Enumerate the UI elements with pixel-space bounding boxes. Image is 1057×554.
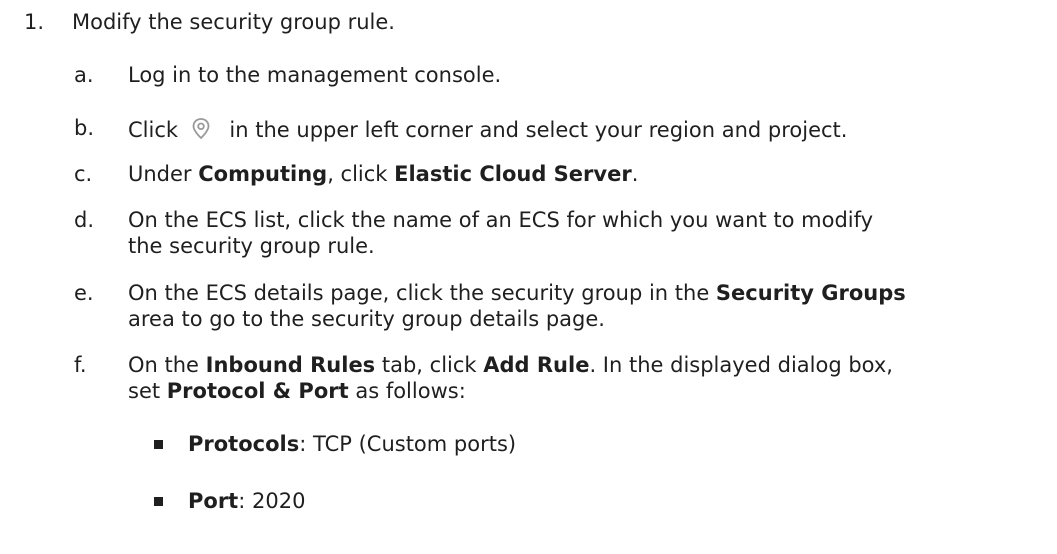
- text-run: as follows:: [348, 379, 466, 403]
- substep-e-line2: area to go to the security group details…: [128, 307, 605, 331]
- text-run: set: [128, 379, 167, 403]
- bullet-label: Protocols: [188, 432, 300, 456]
- ui-term-inbound-rules: Inbound Rules: [205, 353, 376, 377]
- ui-term-protocol-port: Protocol & Port: [166, 379, 349, 403]
- substep-letter-c: c.: [74, 162, 93, 186]
- substep-letter-e: e.: [74, 281, 94, 305]
- substep-e-line1: On the ECS details page, click the secur…: [128, 280, 906, 306]
- text-run: . In the displayed dialog box,: [589, 353, 893, 377]
- substep-d-line2: the security group rule.: [128, 234, 375, 258]
- substep-b-before: Click: [128, 118, 179, 142]
- bullet-item-protocols: Protocols: TCP (Custom ports): [188, 431, 516, 457]
- substep-letter-a: a.: [74, 63, 94, 87]
- location-pin-icon: [187, 115, 215, 149]
- text-run: :: [299, 432, 313, 456]
- document: 1. Modify the security group rule. a. Lo…: [0, 0, 1057, 554]
- bullet-marker: [154, 497, 163, 506]
- text-run: On the: [128, 353, 206, 377]
- substep-b-text: Click in the upper left corner and selec…: [128, 115, 847, 149]
- text-run: :: [238, 489, 252, 513]
- substep-d-line1: On the ECS list, click the name of an EC…: [128, 208, 874, 232]
- text-run: , click: [327, 162, 395, 186]
- bullet-value: TCP (Custom ports): [312, 432, 517, 456]
- substep-b-after: in the upper left corner and select your…: [229, 118, 848, 142]
- ui-term-security-groups: Security Groups: [715, 281, 906, 305]
- substep-f-line1: On the Inbound Rules tab, click Add Rule…: [128, 352, 893, 378]
- substep-a-text: Log in to the management console.: [128, 63, 502, 87]
- text-run: tab, click: [375, 353, 484, 377]
- bullet-value: 2020: [251, 489, 306, 513]
- substep-letter-d: d.: [74, 208, 95, 232]
- ui-term-computing: Computing: [198, 162, 328, 186]
- substep-letter-f: f.: [74, 353, 87, 377]
- ui-term-add-rule: Add Rule: [483, 353, 590, 377]
- text-run: Under: [128, 162, 199, 186]
- bullet-label: Port: [188, 489, 239, 513]
- step-title: Modify the security group rule.: [72, 10, 395, 34]
- bullet-item-port: Port: 2020: [188, 488, 305, 514]
- step-number: 1.: [24, 10, 45, 34]
- bullet-marker: [154, 440, 163, 449]
- substep-letter-b: b.: [74, 116, 95, 140]
- substep-c-text: Under Computing, click Elastic Cloud Ser…: [128, 161, 638, 187]
- text-run: .: [631, 162, 639, 186]
- ui-term-elastic-cloud-server: Elastic Cloud Server: [394, 162, 632, 186]
- substep-f-line2: set Protocol & Port as follows:: [128, 378, 466, 404]
- text-run: On the ECS details page, click the secur…: [128, 281, 716, 305]
